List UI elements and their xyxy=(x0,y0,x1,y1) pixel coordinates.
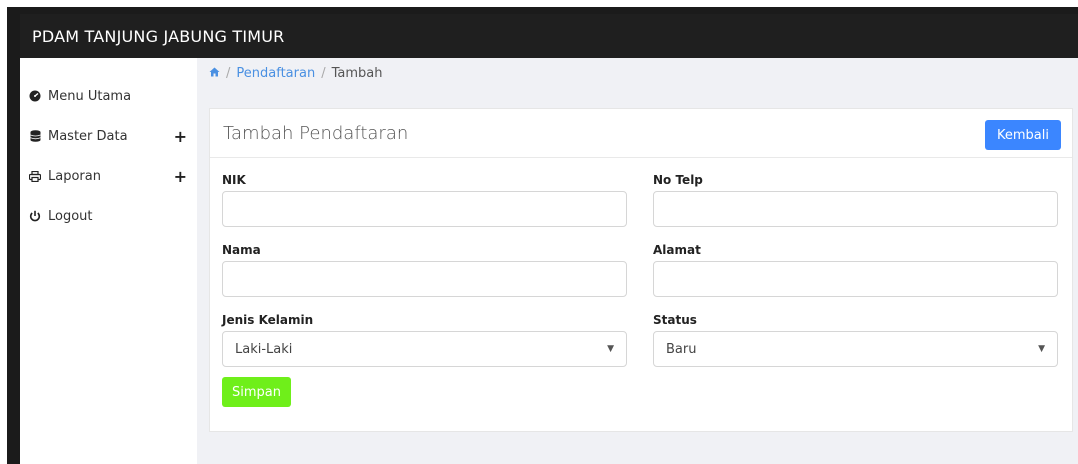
expand-icon[interactable]: + xyxy=(174,167,187,186)
sidebar-item-logout[interactable]: Logout xyxy=(20,204,197,228)
nik-label: NIK xyxy=(222,173,246,187)
nik-field[interactable] xyxy=(222,191,627,227)
alamat-field[interactable] xyxy=(653,261,1058,297)
sidebar-item-label: Logout xyxy=(48,208,93,224)
form-card: Tambah Pendaftaran Kembali NIK No Telp N… xyxy=(209,108,1073,432)
caret-down-icon: ▼ xyxy=(607,344,614,354)
database-icon xyxy=(28,130,42,142)
back-button[interactable]: Kembali xyxy=(985,120,1061,150)
print-icon xyxy=(28,170,42,182)
app-title: PDAM TANJUNG JABUNG TIMUR xyxy=(32,26,285,46)
breadcrumb-pendaftaran[interactable]: Pendaftaran xyxy=(236,66,315,81)
breadcrumb-separator: / xyxy=(321,66,326,81)
status-label: Status xyxy=(653,313,697,327)
sidebar-item-master-data[interactable]: Master Data + xyxy=(20,124,197,148)
sidebar-item-laporan[interactable]: Laporan + xyxy=(20,164,197,188)
save-button[interactable]: Simpan xyxy=(222,377,291,407)
sidebar: Menu Utama Master Data + Laporan + Logou… xyxy=(20,58,197,464)
breadcrumb: / Pendaftaran / Tambah xyxy=(209,66,382,81)
dashboard-icon xyxy=(28,90,42,102)
expand-icon[interactable]: + xyxy=(174,127,187,146)
main-content: / Pendaftaran / Tambah Tambah Pendaftara… xyxy=(197,58,1078,464)
jenis-kelamin-value: Laki-Laki xyxy=(235,341,293,357)
sidebar-item-label: Menu Utama xyxy=(48,88,132,104)
jenis-kelamin-label: Jenis Kelamin xyxy=(222,313,314,327)
caret-down-icon: ▼ xyxy=(1038,344,1045,354)
sidebar-item-menu-utama[interactable]: Menu Utama xyxy=(20,84,197,108)
jenis-kelamin-select[interactable]: Laki-Laki ▼ xyxy=(222,331,627,367)
alamat-label: Alamat xyxy=(653,243,701,257)
breadcrumb-separator: / xyxy=(226,66,231,81)
home-icon[interactable] xyxy=(209,66,220,81)
nama-field[interactable] xyxy=(222,261,627,297)
page-title: Tambah Pendaftaran xyxy=(223,123,409,144)
sidebar-item-label: Master Data xyxy=(48,128,128,144)
breadcrumb-tambah: Tambah xyxy=(331,66,383,81)
card-header: Tambah Pendaftaran Kembali xyxy=(210,109,1072,158)
nama-label: Nama xyxy=(222,243,261,257)
status-value: Baru xyxy=(666,341,697,357)
power-icon xyxy=(28,210,42,222)
sidebar-item-label: Laporan xyxy=(48,168,101,184)
no-telp-label: No Telp xyxy=(653,173,703,187)
no-telp-field[interactable] xyxy=(653,191,1058,227)
top-navbar: PDAM TANJUNG JABUNG TIMUR xyxy=(20,14,1078,58)
status-select[interactable]: Baru ▼ xyxy=(653,331,1058,367)
